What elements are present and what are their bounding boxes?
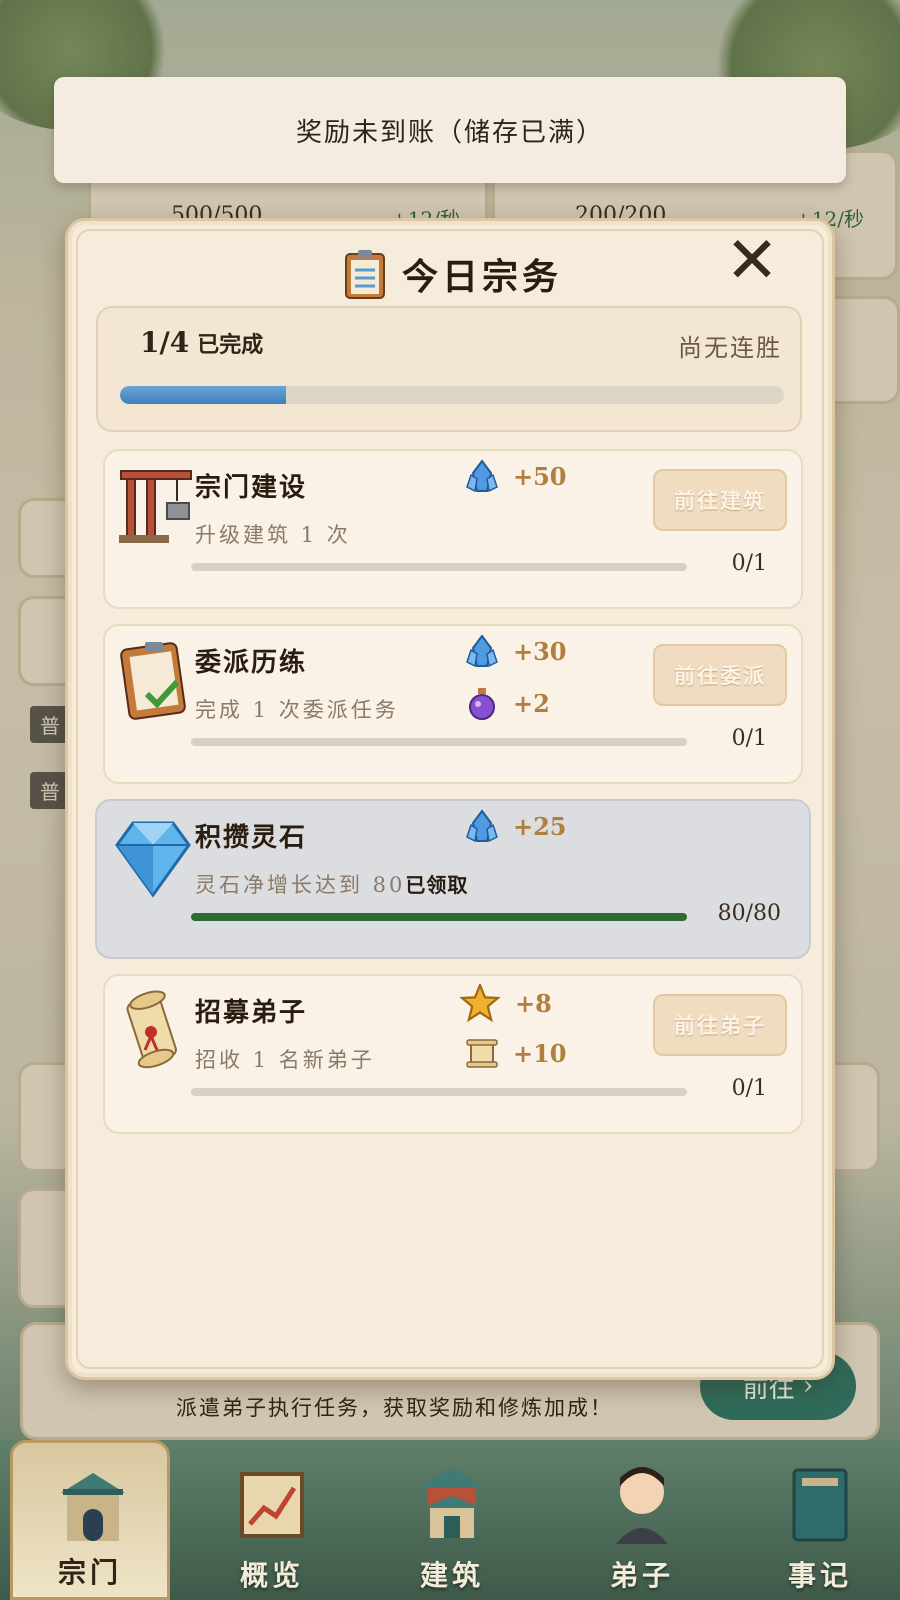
go-to-buildings-button[interactable]: 前往建筑	[653, 469, 787, 531]
task-reward: +2	[465, 686, 550, 720]
task-description: 完成 1 次委派任务	[195, 698, 399, 722]
nav-item-buildings[interactable]: 建筑	[372, 1440, 532, 1600]
task-name: 委派历练	[195, 648, 308, 678]
task-description: 招收 1 名新弟子	[195, 1048, 375, 1072]
completed-value: 1/4	[140, 326, 190, 359]
clipboard-icon	[344, 250, 385, 299]
reward-amount: +25	[513, 811, 567, 841]
reward-amount: +30	[513, 636, 567, 666]
potion-icon	[469, 688, 495, 720]
reward-amount: +10	[513, 1038, 567, 1068]
streak-status: 尚无连胜	[678, 334, 782, 362]
task-card-build: 宗门建设 升级建筑 1 次 +50 前往建筑 0/1	[103, 449, 803, 609]
task-progress-count: 0/1	[731, 1076, 767, 1101]
completed-count: 1/4 已完成	[140, 326, 263, 359]
nav-label: 宗门	[57, 1556, 122, 1589]
task-card-spirit-stones: 积攒灵石 灵石净增长达到 80已领取 +25 80/80	[95, 799, 811, 959]
disciple-icon	[616, 1467, 668, 1544]
task-progress-bar	[191, 738, 687, 746]
daily-progress-fill	[120, 386, 286, 404]
nav-item-disciples[interactable]: 弟子	[562, 1440, 722, 1600]
task-reward: +50	[465, 459, 567, 493]
daily-progress-bar	[120, 386, 784, 404]
nav-item-sect[interactable]: 宗门	[10, 1440, 170, 1600]
reward-amount: +50	[513, 461, 567, 491]
task-progress-count: 0/1	[731, 551, 767, 576]
task-description-text: 灵石净增长达到 80	[195, 873, 406, 897]
task-progress-count: 80/80	[717, 901, 781, 926]
reward-amount: +2	[513, 688, 550, 718]
go-to-disciples-button[interactable]: 前往弟子	[653, 994, 787, 1056]
task-progress-bar	[191, 913, 687, 921]
spirit-stone-icon	[466, 459, 498, 493]
diamond-icon	[115, 821, 191, 898]
nav-label: 弟子	[609, 1559, 674, 1592]
task-description: 灵石净增长达到 80已领取	[195, 869, 468, 899]
nav-label: 事记	[787, 1559, 852, 1592]
task-name: 宗门建设	[195, 473, 308, 503]
daily-tasks-modal: 今日宗务 ✕ 1/4 已完成 尚无连胜 宗门建设 升级建筑 1 次 +50 前往建…	[65, 218, 835, 1380]
spirit-stone-icon	[466, 634, 498, 668]
task-progress-fill	[191, 913, 687, 921]
task-reward: +30	[465, 634, 567, 668]
book-icon	[792, 1468, 848, 1542]
chart-scroll-icon	[240, 1472, 304, 1538]
task-name: 招募弟子	[195, 998, 308, 1028]
sect-gate-icon	[61, 1473, 125, 1541]
paper-scroll-icon	[466, 1039, 498, 1068]
bottom-nav: 宗门 概览 建筑 弟子 事记	[0, 1440, 900, 1600]
daily-progress-summary: 1/4 已完成 尚无连胜	[96, 306, 802, 432]
task-description: 升级建筑 1 次	[195, 523, 351, 547]
nav-label: 概览	[239, 1559, 304, 1592]
close-icon[interactable]: ✕	[722, 229, 782, 293]
nav-label: 建筑	[419, 1559, 484, 1592]
task-card-dispatch: 委派历练 完成 1 次委派任务 +30 +2 前往委派 0/1	[103, 624, 803, 784]
star-icon	[459, 984, 501, 1022]
spirit-stone-icon	[466, 809, 498, 843]
task-card-recruit: 招募弟子 招收 1 名新弟子 +8 +10 前往弟子 0/1	[103, 974, 803, 1134]
clipboard-check-icon	[120, 642, 186, 720]
scroll-icon	[126, 990, 177, 1069]
task-reward: +8	[459, 984, 552, 1022]
pagoda-icon	[418, 1468, 486, 1538]
task-reward: +25	[465, 809, 567, 843]
modal-title: 今日宗务	[401, 256, 562, 298]
expedition-hint: 派遣弟子执行任务，获取奖励和修炼加成！	[176, 1396, 613, 1420]
task-progress-bar	[191, 1088, 687, 1096]
task-progress-count: 0/1	[731, 726, 767, 751]
nav-item-records[interactable]: 事记	[740, 1440, 900, 1600]
claimed-label: 已领取	[405, 873, 469, 897]
task-reward: +10	[465, 1036, 567, 1070]
nav-item-overview[interactable]: 概览	[192, 1440, 352, 1600]
go-to-dispatch-button[interactable]: 前往委派	[653, 644, 787, 706]
task-progress-bar	[191, 563, 687, 571]
crane-icon	[119, 470, 192, 543]
task-name: 积攒灵石	[195, 823, 308, 853]
completed-suffix: 已完成	[197, 332, 264, 358]
reward-amount: +8	[515, 988, 552, 1018]
toast-message: 奖励未到账（储存已满）	[54, 77, 846, 183]
